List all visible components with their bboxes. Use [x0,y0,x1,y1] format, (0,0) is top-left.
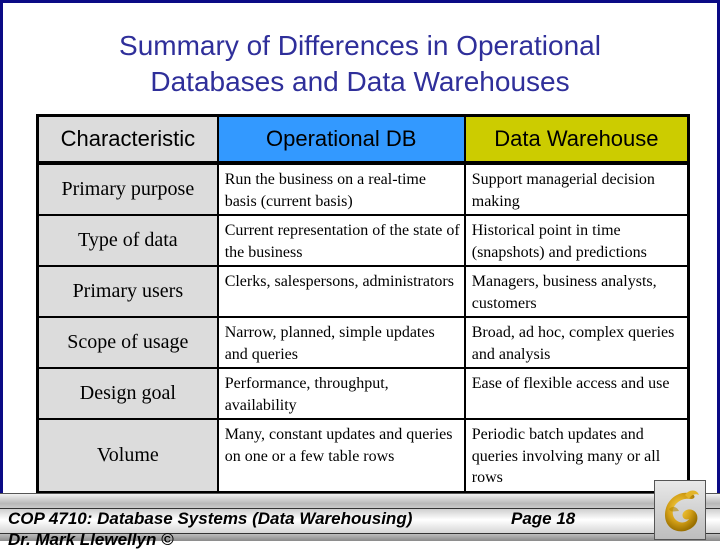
cell-characteristic: Primary users [36,265,219,318]
header-characteristic: Characteristic [36,114,219,165]
table-header-row: Characteristic Operational DB Data Wareh… [36,114,690,165]
comparison-table: Characteristic Operational DB Data Wareh… [36,114,690,494]
slide-footer: COP 4710: Database Systems (Data Warehou… [0,493,720,549]
slide-title: Summary of Differences in Operational Da… [0,28,720,100]
cell-data-warehouse: Ease of flexible access and use [463,367,690,420]
cell-operational-db: Current representation of the state of t… [216,214,466,267]
pegasus-logo-icon [665,490,699,532]
title-line-2: Databases and Data Warehouses [150,66,570,97]
footer-author: Dr. Mark Llewellyn © [8,530,174,549]
table-row: Primary users Clerks, salespersons, admi… [36,265,690,318]
table-row: Volume Many, constant updates and querie… [36,418,690,493]
header-operational-db: Operational DB [216,114,466,165]
title-line-1: Summary of Differences in Operational [119,30,601,61]
cell-data-warehouse: Broad, ad hoc, complex queries and analy… [463,316,690,369]
footer-course-title: COP 4710: Database Systems (Data Warehou… [8,509,413,528]
cell-characteristic: Primary purpose [36,162,219,216]
table-row: Scope of usage Narrow, planned, simple u… [36,316,690,369]
header-data-warehouse: Data Warehouse [463,114,690,165]
cell-operational-db: Narrow, planned, simple updates and quer… [216,316,466,369]
cell-data-warehouse: Managers, business analysts, customers [463,265,690,318]
cell-data-warehouse: Support managerial decision making [463,162,690,216]
table-row: Primary purpose Run the business on a re… [36,162,690,216]
cell-operational-db: Many, constant updates and queries on on… [216,418,466,493]
cell-characteristic: Volume [36,418,219,493]
cell-characteristic: Scope of usage [36,316,219,369]
cell-operational-db: Performance, throughput, availability [216,367,466,420]
cell-characteristic: Type of data [36,214,219,267]
cell-data-warehouse: Historical point in time (snapshots) and… [463,214,690,267]
table-row: Type of data Current representation of t… [36,214,690,267]
footer-page-number: Page 18 [511,509,576,528]
cell-operational-db: Run the business on a real-time basis (c… [216,162,466,216]
cell-operational-db: Clerks, salespersons, administrators [216,265,466,318]
cell-characteristic: Design goal [36,367,219,420]
logo-box [654,480,706,540]
table-row: Design goal Performance, throughput, ava… [36,367,690,420]
